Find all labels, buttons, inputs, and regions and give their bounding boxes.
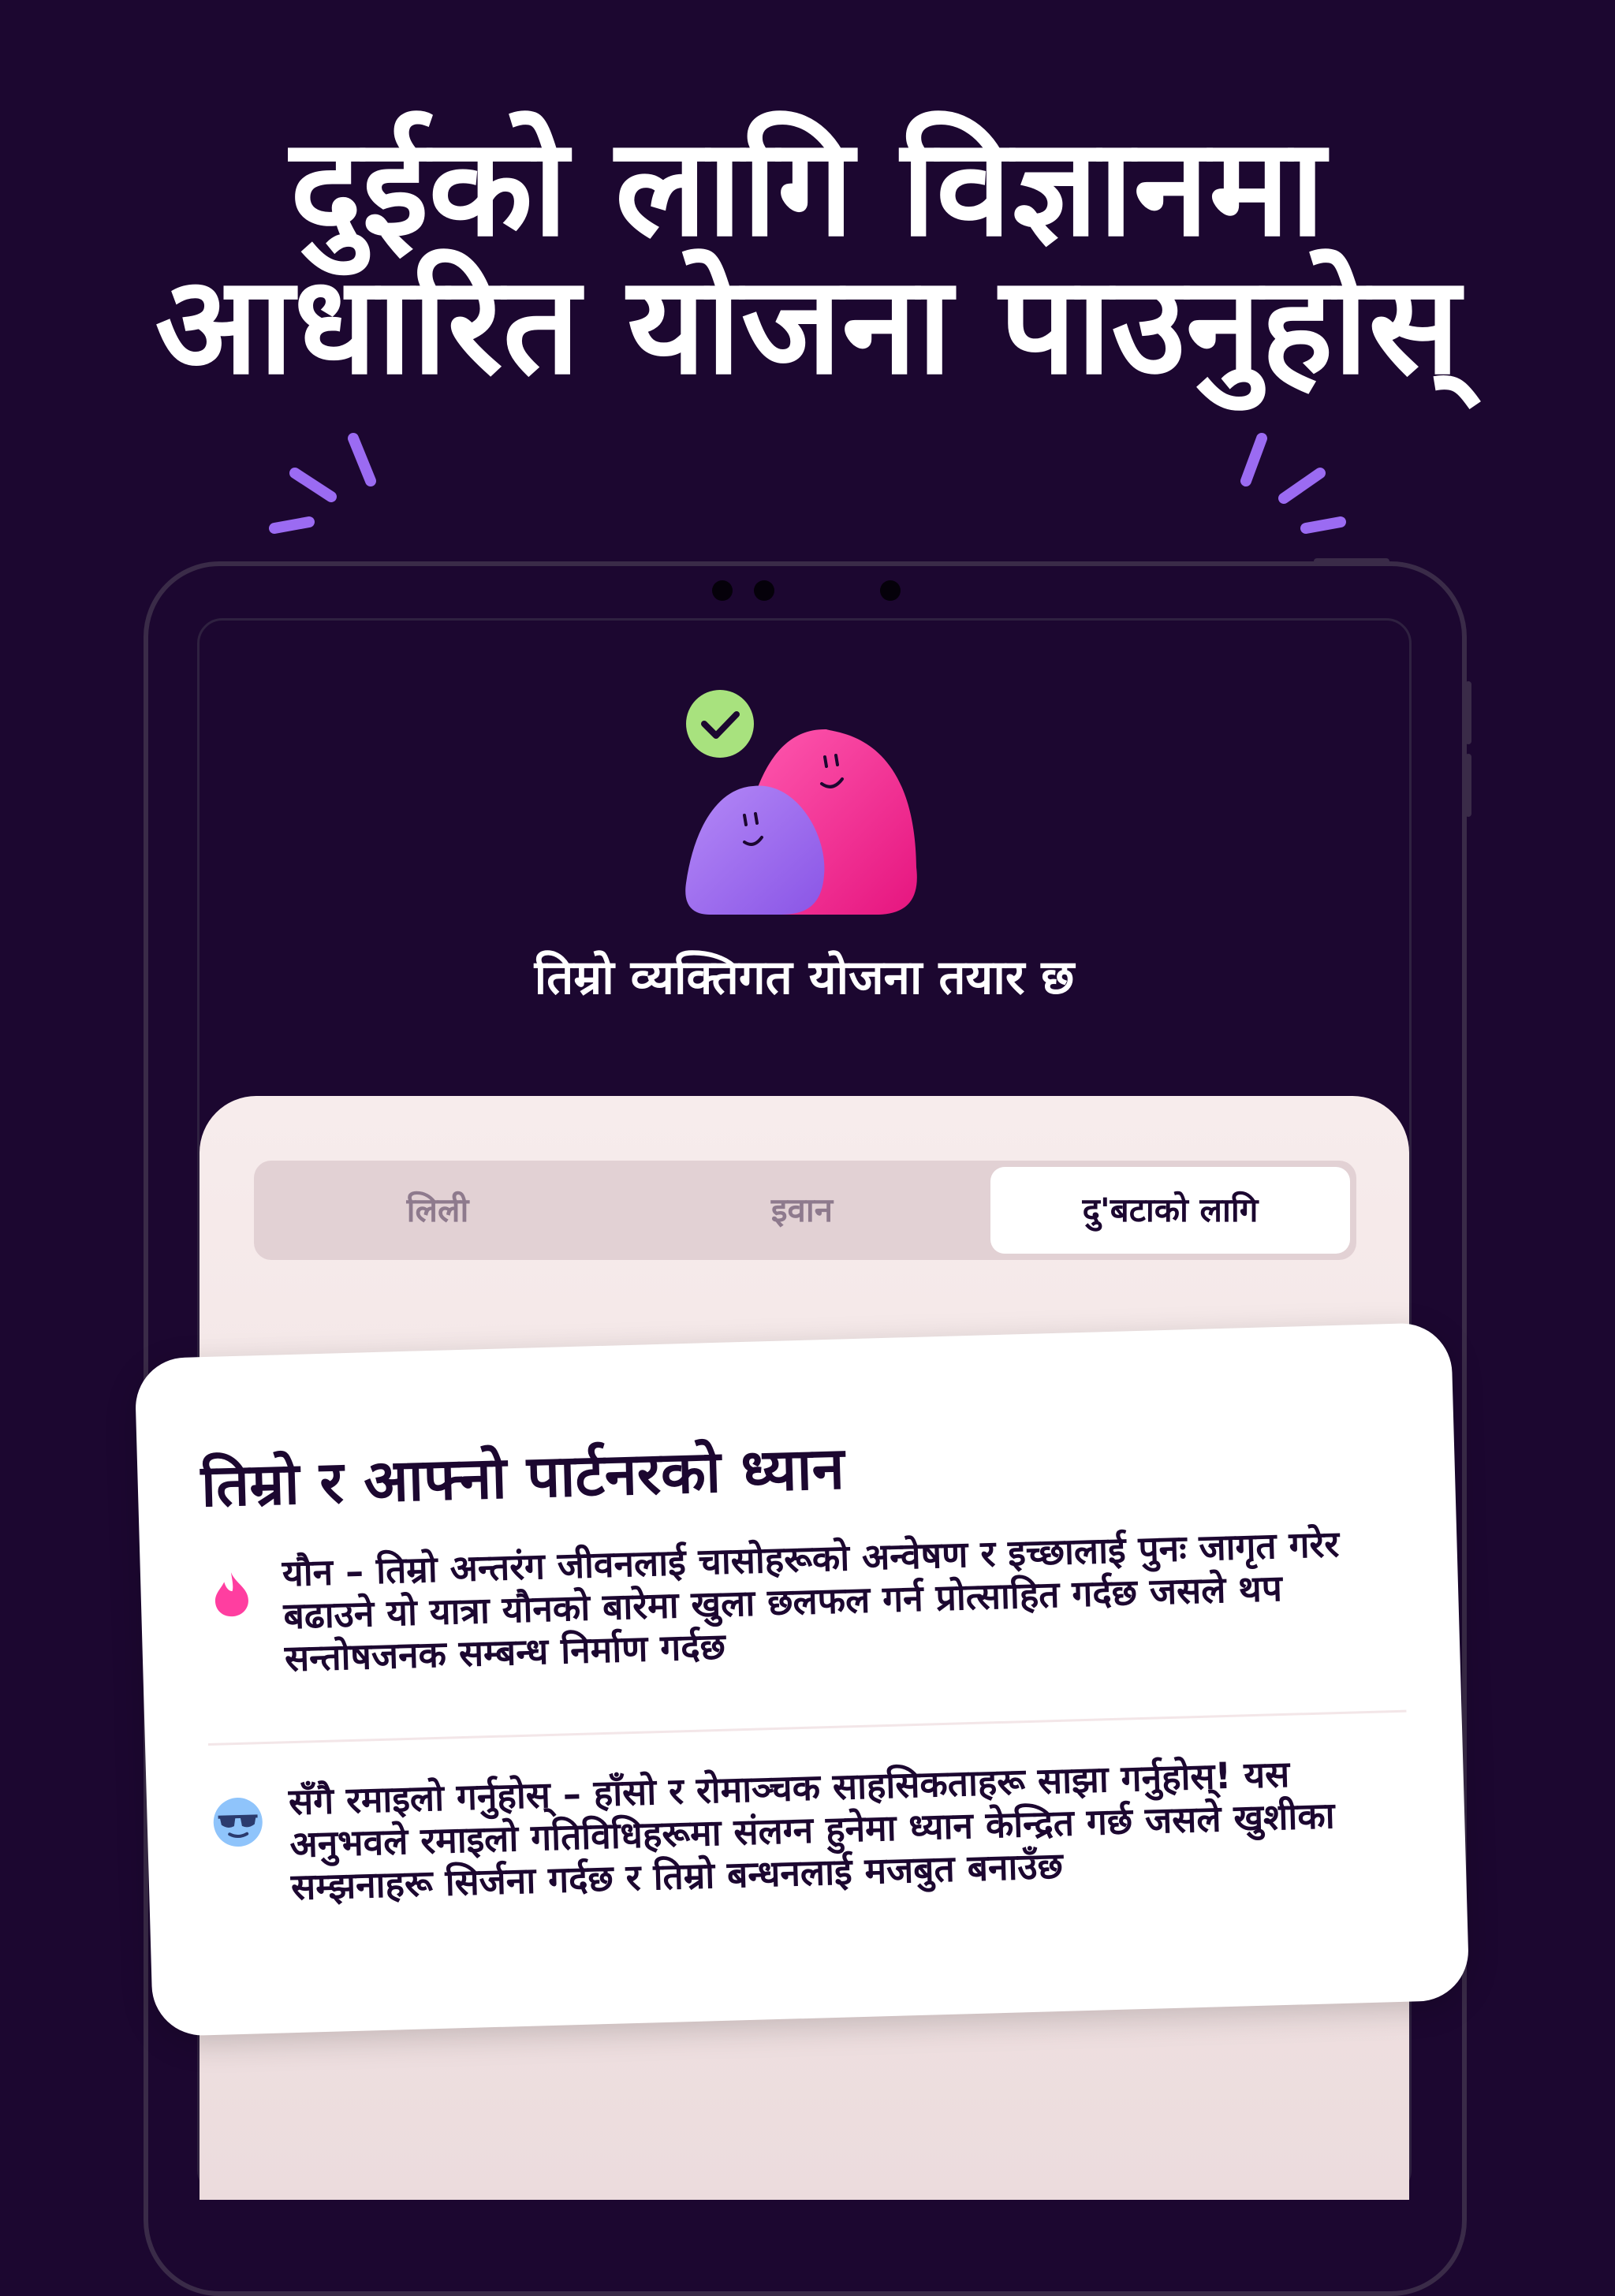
- tab-lily[interactable]: लिली: [260, 1167, 615, 1254]
- tab-ivan[interactable]: इवान: [625, 1167, 979, 1254]
- divider: [207, 1709, 1407, 1746]
- item-text: यौन – तिम्रो अन्तरंग जीवनलाई चासोहरूको अ…: [282, 1522, 1340, 1680]
- plan-ready-title: तिम्रो व्यक्तिगत योजना तयार छ: [534, 950, 1075, 1005]
- focus-card: तिम्रो र आफ्नो पार्टनरको ध्यान यौन – तिम…: [134, 1321, 1470, 2037]
- card-title: तिम्रो र आफ्नो पार्टनरको ध्यान: [200, 1434, 845, 1521]
- couple-mascot-illustration: [685, 690, 917, 915]
- tab-for-both[interactable]: दु'बटाको लागि: [990, 1167, 1350, 1254]
- list-item: सँगै रमाइलो गर्नुहोस् – हाँसो र रोमाञ्चक…: [209, 1750, 1411, 1910]
- partner-tab-bar: लिली इवान दु'बटाको लागि: [254, 1161, 1356, 1260]
- item-text: सँगै रमाइलो गर्नुहोस् – हाँसो र रोमाञ्चक…: [288, 1752, 1336, 1909]
- flame-icon: [214, 1572, 248, 1617]
- check-icon: [686, 690, 754, 758]
- list-item: यौन – तिम्रो अन्तरंग जीवनलाई चासोहरूको अ…: [203, 1521, 1404, 1682]
- sunglasses-face-icon: [213, 1798, 263, 1847]
